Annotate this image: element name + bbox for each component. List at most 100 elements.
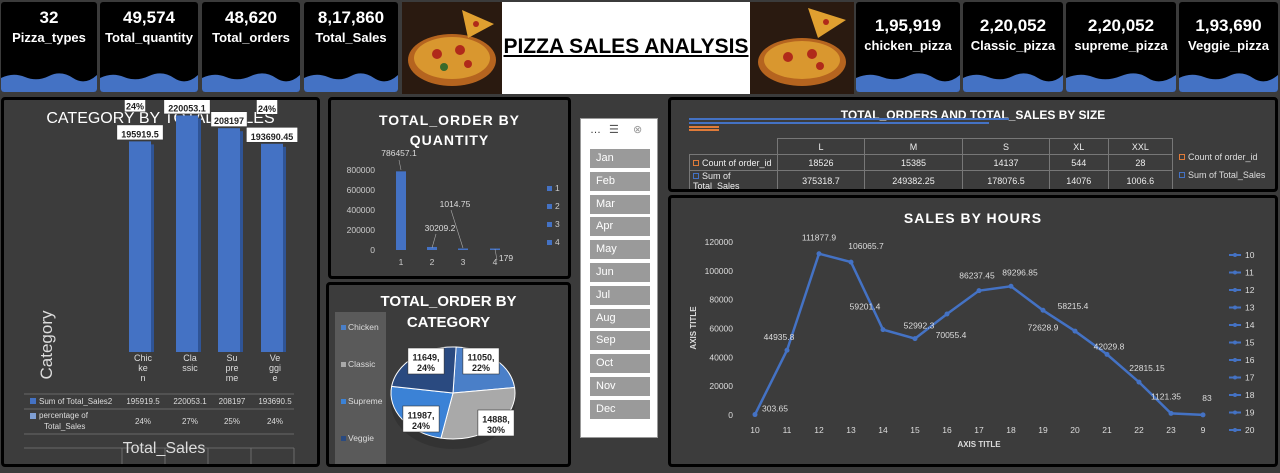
pie-label: 24% <box>412 421 430 431</box>
pie-label: 14888, <box>482 415 510 425</box>
kpi-supreme-pizza: 2,20,052 supreme_pizza <box>1066 2 1176 92</box>
month-apr[interactable]: Apr <box>590 217 650 237</box>
category-tick: Ve <box>270 353 281 363</box>
legend-swatch <box>341 325 346 330</box>
leader-line <box>398 159 402 171</box>
legend-label: Chicken <box>348 322 379 332</box>
quantity-chart: 800000 600000 400000 200000 0 1 2 3 4 786457.1 302… <box>347 148 560 267</box>
pie-label: 24% <box>417 363 435 373</box>
kpi-total-orders: 48,620 Total_orders <box>202 2 300 92</box>
category-tick: n <box>140 373 145 383</box>
category-tick: e <box>272 373 277 383</box>
kpi-value: 8,17,860 <box>317 8 385 27</box>
x-tick: 17 <box>974 425 984 435</box>
wave-decoration <box>1 73 97 92</box>
table-row: Count of order_id 18526 15385 14137 544 28 <box>689 154 1174 171</box>
data-label: 1121.35 <box>1151 391 1181 401</box>
month-jan[interactable]: Jan <box>590 149 650 168</box>
legend-marker <box>1233 358 1237 362</box>
table-value: 220053.1 <box>173 397 207 406</box>
wave-decoration <box>1066 73 1176 92</box>
table-cell: 375318.7 <box>777 170 865 189</box>
legend-marker <box>1233 410 1237 415</box>
kpi-veggie-pizza: 1,93,690 Veggie_pizza <box>1179 2 1278 92</box>
month-nov[interactable]: Nov <box>590 377 650 396</box>
data-point <box>1008 283 1014 289</box>
data-label: 72628.9 <box>1028 322 1059 332</box>
bar-side <box>240 131 243 352</box>
legend-sales: Sum of Total_Sales <box>1179 170 1265 180</box>
table-cell: 249382.25 <box>863 170 964 189</box>
kpi-value: 32 <box>39 8 59 27</box>
month-dec[interactable]: Dec <box>590 399 650 419</box>
month-feb[interactable]: Feb <box>590 171 650 191</box>
title-box: PIZZA SALES ANALYSIS <box>502 2 750 94</box>
more-icon[interactable]: … <box>590 124 601 136</box>
data-point <box>848 259 854 265</box>
month-aug[interactable]: Aug <box>590 308 650 328</box>
pie-label: 30% <box>487 425 505 435</box>
bar-value-label: 220053.1 <box>168 103 206 113</box>
month-may[interactable]: May <box>590 240 650 260</box>
x-tick: 19 <box>1038 425 1048 435</box>
y-tick: 400000 <box>347 205 376 215</box>
table-cell: 15385 <box>863 154 964 171</box>
data-point <box>1168 410 1174 416</box>
x-tick: 21 <box>1102 425 1112 435</box>
table-cell: 1006.6 <box>1107 170 1174 189</box>
bar-value-label: 193690.45 <box>251 132 294 142</box>
data-label: 1014.75 <box>440 199 471 209</box>
kpi-value: 1,95,919 <box>874 16 942 35</box>
wave-decoration <box>202 73 300 92</box>
legend-label: 3 <box>555 219 560 229</box>
month-jun[interactable]: Jun <box>590 263 650 282</box>
size-panel: TOTAL_ORDERS AND TOTAL_SALES BY SIZE LMS… <box>668 97 1278 192</box>
kpi-value: 49,574 <box>123 8 175 27</box>
x-tick: 10 <box>750 425 760 435</box>
table-value: 24% <box>267 417 283 426</box>
legend-label: 16 <box>1245 355 1255 365</box>
month-jul[interactable]: Jul <box>590 285 650 305</box>
y-tick: 600000 <box>347 185 376 195</box>
clear-filter-icon[interactable]: ⊗ <box>633 123 642 136</box>
y-axis-title: AXIS TITLE <box>689 306 698 350</box>
data-label: 86237.45 <box>959 271 995 281</box>
table-value: 27% <box>182 417 198 426</box>
series2-name: percentage of <box>39 411 89 420</box>
month-sep[interactable]: Sep <box>590 331 650 351</box>
data-point <box>944 311 950 317</box>
data-label: 303.65 <box>762 404 788 414</box>
category-sales-chart: Category 195919.5 24% 220053.1 27% 208197 25% 1… <box>24 100 298 464</box>
pizza-image-left <box>402 2 502 94</box>
data-point <box>816 251 822 257</box>
pie-label: 11649, <box>412 353 439 363</box>
data-label: 106065.7 <box>848 241 884 251</box>
legend-label: 18 <box>1245 390 1255 400</box>
legend-swatch <box>547 204 552 209</box>
bar-qty-1 <box>396 171 406 250</box>
kpi-label: Total_quantity <box>105 30 193 45</box>
data-point <box>912 336 918 342</box>
dashboard: 32 Pizza_types 49,574 Total_quantity 48,… <box>0 0 1280 473</box>
month-mar[interactable]: Mar <box>590 194 650 214</box>
legend-label: 12 <box>1245 285 1255 295</box>
kpi-pizza-types: 32 Pizza_types <box>1 2 97 92</box>
bar-classic <box>176 115 198 352</box>
x-tick: 14 <box>878 425 888 435</box>
data-label: 179 <box>499 253 513 263</box>
series1-name: Sum of Total_Sales2 <box>39 397 113 406</box>
table-row: Sum of Total_Sales 375318.7 249382.25 17807… <box>689 170 1174 189</box>
column-header: M <box>863 138 964 155</box>
multi-select-icon[interactable]: ☰ <box>609 123 619 136</box>
row-header: Sum of Total_Sales <box>689 170 778 189</box>
data-point <box>880 327 886 333</box>
month-oct[interactable]: Oct <box>590 354 650 374</box>
wave-decoration <box>100 73 198 92</box>
table-cell: 18526 <box>777 154 865 171</box>
x-tick: 2 <box>430 257 435 267</box>
y-tick: 200000 <box>347 225 376 235</box>
wave-decoration <box>856 73 960 92</box>
legend-label: 10 <box>1245 250 1255 260</box>
kpi-value: 2,20,052 <box>979 16 1047 35</box>
legend-marker <box>1233 288 1237 292</box>
